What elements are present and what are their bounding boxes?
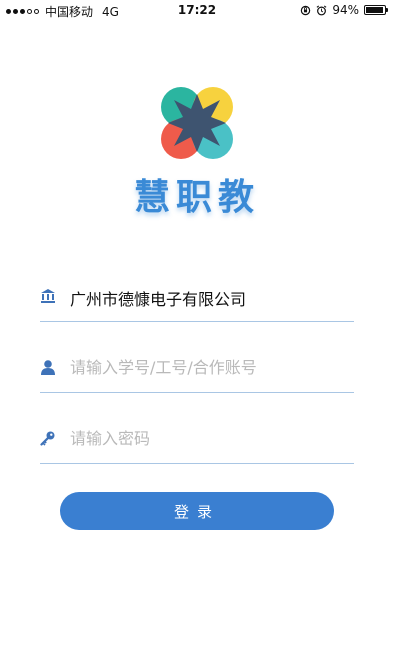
app-logo-icon	[161, 87, 233, 159]
organization-name: 广州市德慷电子有限公司	[70, 290, 247, 309]
login-button[interactable]: 登录	[60, 492, 334, 530]
battery-icon	[364, 5, 388, 15]
username-input[interactable]	[70, 354, 340, 380]
status-bar: 中国移动 4G 17:22 94%	[0, 0, 394, 20]
key-icon	[40, 431, 55, 446]
app-title: 慧职教	[133, 177, 260, 218]
user-icon	[41, 360, 55, 375]
battery-fill	[366, 7, 383, 13]
alarm-icon	[316, 4, 327, 15]
username-field[interactable]	[40, 342, 354, 393]
organization-field[interactable]: 广州市德慷电子有限公司	[40, 271, 354, 322]
battery-percent: 94%	[332, 3, 359, 17]
status-right: 94%	[300, 3, 388, 17]
orientation-lock-icon	[301, 5, 311, 15]
password-input[interactable]	[70, 425, 340, 451]
institution-icon	[41, 289, 55, 303]
password-field[interactable]	[40, 413, 354, 464]
